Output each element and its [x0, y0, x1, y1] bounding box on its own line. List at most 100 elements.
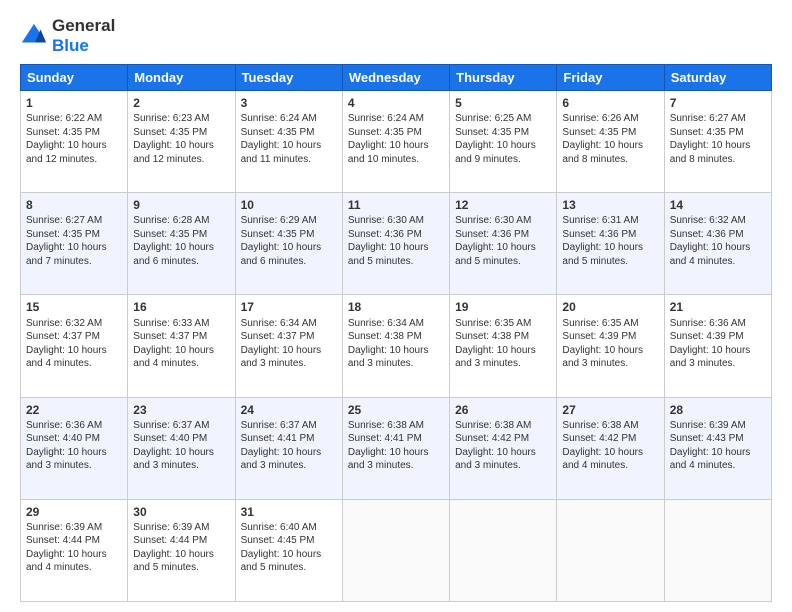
sunrise-text: Sunrise: 6:32 AM [26, 318, 102, 329]
sunset-text: Sunset: 4:37 PM [241, 331, 315, 342]
calendar-day: 13Sunrise: 6:31 AMSunset: 4:36 PMDayligh… [557, 193, 664, 295]
sunrise-text: Sunrise: 6:35 AM [562, 318, 638, 329]
daylight-text: Daylight: 10 hours and 4 minutes. [26, 549, 107, 574]
day-number: 19 [455, 299, 551, 315]
col-header-thursday: Thursday [450, 65, 557, 91]
sunset-text: Sunset: 4:45 PM [241, 535, 315, 546]
calendar-day: 11Sunrise: 6:30 AMSunset: 4:36 PMDayligh… [342, 193, 449, 295]
calendar-day: 28Sunrise: 6:39 AMSunset: 4:43 PMDayligh… [664, 397, 771, 499]
daylight-text: Daylight: 10 hours and 8 minutes. [670, 140, 751, 165]
calendar-day: 23Sunrise: 6:37 AMSunset: 4:40 PMDayligh… [128, 397, 235, 499]
daylight-text: Daylight: 10 hours and 5 minutes. [348, 242, 429, 267]
day-number: 6 [562, 95, 658, 111]
daylight-text: Daylight: 10 hours and 11 minutes. [241, 140, 322, 165]
day-number: 24 [241, 402, 337, 418]
calendar-day [557, 499, 664, 601]
day-number: 29 [26, 504, 122, 520]
logo-text: General Blue [52, 16, 115, 56]
sunset-text: Sunset: 4:41 PM [241, 433, 315, 444]
daylight-text: Daylight: 10 hours and 8 minutes. [562, 140, 643, 165]
calendar-day: 10 Sunrise: 6:29 AM Sunset: 4:35 PM Dayligh… [235, 193, 342, 295]
sunrise-text: Sunrise: 6:38 AM [455, 420, 531, 431]
calendar-day: 6 Sunrise: 6:26 AM Sunset: 4:35 PM Daylight… [557, 91, 664, 193]
sunset-text: Sunset: 4:35 PM [562, 127, 636, 138]
sunrise-text: Sunrise: 6:27 AM [670, 113, 746, 124]
sunrise-text: Sunrise: 6:34 AM [348, 318, 424, 329]
sunrise-text: Sunrise: 6:24 AM [241, 113, 317, 124]
daylight-text: Daylight: 10 hours and 3 minutes. [455, 447, 536, 472]
sunset-text: Sunset: 4:36 PM [670, 229, 744, 240]
day-number: 20 [562, 299, 658, 315]
sunrise-text: Sunrise: 6:27 AM [26, 215, 102, 226]
col-header-wednesday: Wednesday [342, 65, 449, 91]
col-header-monday: Monday [128, 65, 235, 91]
calendar-table: SundayMondayTuesdayWednesdayThursdayFrid… [20, 64, 772, 602]
calendar-day: 17Sunrise: 6:34 AMSunset: 4:37 PMDayligh… [235, 295, 342, 397]
sunrise-text: Sunrise: 6:40 AM [241, 522, 317, 533]
day-number: 10 [241, 197, 337, 213]
daylight-text: Daylight: 10 hours and 3 minutes. [348, 447, 429, 472]
calendar-day: 18Sunrise: 6:34 AMSunset: 4:38 PMDayligh… [342, 295, 449, 397]
daylight-text: Daylight: 10 hours and 6 minutes. [133, 242, 214, 267]
calendar-day: 20 Sunrise: 6:35 AM Sunset: 4:39 PM Dayligh… [557, 295, 664, 397]
daylight-text: Daylight: 10 hours and 3 minutes. [133, 447, 214, 472]
sunset-text: Sunset: 4:36 PM [455, 229, 529, 240]
day-number: 16 [133, 299, 229, 315]
sunrise-text: Sunrise: 6:38 AM [348, 420, 424, 431]
calendar-day: 3Sunrise: 6:24 AMSunset: 4:35 PMDaylight… [235, 91, 342, 193]
calendar-day: 1Sunrise: 6:22 AMSunset: 4:35 PMDaylight… [21, 91, 128, 193]
sunset-text: Sunset: 4:36 PM [562, 229, 636, 240]
sunrise-text: Sunrise: 6:34 AM [241, 318, 317, 329]
day-number: 26 [455, 402, 551, 418]
sunrise-text: Sunrise: 6:26 AM [562, 113, 638, 124]
calendar-day: 8Sunrise: 6:27 AMSunset: 4:35 PMDaylight… [21, 193, 128, 295]
daylight-text: Daylight: 10 hours and 6 minutes. [241, 242, 322, 267]
calendar-day: 4Sunrise: 6:24 AMSunset: 4:35 PMDaylight… [342, 91, 449, 193]
day-number: 2 [133, 95, 229, 111]
sunrise-text: Sunrise: 6:32 AM [670, 215, 746, 226]
sunrise-text: Sunrise: 6:29 AM [241, 215, 317, 226]
daylight-text: Daylight: 10 hours and 3 minutes. [241, 345, 322, 370]
header: General Blue [20, 16, 772, 56]
calendar-day: 12Sunrise: 6:30 AMSunset: 4:36 PMDayligh… [450, 193, 557, 295]
sunrise-text: Sunrise: 6:36 AM [670, 318, 746, 329]
sunset-text: Sunset: 4:36 PM [348, 229, 422, 240]
day-number: 27 [562, 402, 658, 418]
daylight-text: Daylight: 10 hours and 3 minutes. [562, 345, 643, 370]
daylight-text: Daylight: 10 hours and 10 minutes. [348, 140, 429, 165]
daylight-text: Daylight: 10 hours and 5 minutes. [241, 549, 322, 574]
calendar-day [342, 499, 449, 601]
col-header-friday: Friday [557, 65, 664, 91]
sunset-text: Sunset: 4:43 PM [670, 433, 744, 444]
day-number: 30 [133, 504, 229, 520]
day-number: 18 [348, 299, 444, 315]
sunrise-text: Sunrise: 6:39 AM [26, 522, 102, 533]
sunrise-text: Sunrise: 6:36 AM [26, 420, 102, 431]
sunset-text: Sunset: 4:35 PM [26, 127, 100, 138]
daylight-text: Daylight: 10 hours and 3 minutes. [241, 447, 322, 472]
day-number: 7 [670, 95, 766, 111]
col-header-saturday: Saturday [664, 65, 771, 91]
calendar-day: 14Sunrise: 6:32 AMSunset: 4:36 PMDayligh… [664, 193, 771, 295]
calendar-day: 15Sunrise: 6:32 AMSunset: 4:37 PMDayligh… [21, 295, 128, 397]
sunset-text: Sunset: 4:35 PM [241, 229, 315, 240]
calendar-day: 19Sunrise: 6:35 AMSunset: 4:38 PMDayligh… [450, 295, 557, 397]
sunrise-text: Sunrise: 6:38 AM [562, 420, 638, 431]
calendar-day: 16Sunrise: 6:33 AMSunset: 4:37 PMDayligh… [128, 295, 235, 397]
sunset-text: Sunset: 4:44 PM [133, 535, 207, 546]
sunset-text: Sunset: 4:38 PM [455, 331, 529, 342]
daylight-text: Daylight: 10 hours and 4 minutes. [26, 345, 107, 370]
sunset-text: Sunset: 4:37 PM [26, 331, 100, 342]
daylight-text: Daylight: 10 hours and 12 minutes. [133, 140, 214, 165]
day-number: 23 [133, 402, 229, 418]
sunset-text: Sunset: 4:39 PM [562, 331, 636, 342]
sunset-text: Sunset: 4:35 PM [133, 229, 207, 240]
day-number: 22 [26, 402, 122, 418]
calendar-week-5: 29 Sunrise: 6:39 AM Sunset: 4:44 PM Dayligh… [21, 499, 772, 601]
sunrise-text: Sunrise: 6:31 AM [562, 215, 638, 226]
sunrise-text: Sunrise: 6:24 AM [348, 113, 424, 124]
col-header-sunday: Sunday [21, 65, 128, 91]
sunset-text: Sunset: 4:38 PM [348, 331, 422, 342]
sunrise-text: Sunrise: 6:39 AM [133, 522, 209, 533]
calendar-day: 21Sunrise: 6:36 AMSunset: 4:39 PMDayligh… [664, 295, 771, 397]
